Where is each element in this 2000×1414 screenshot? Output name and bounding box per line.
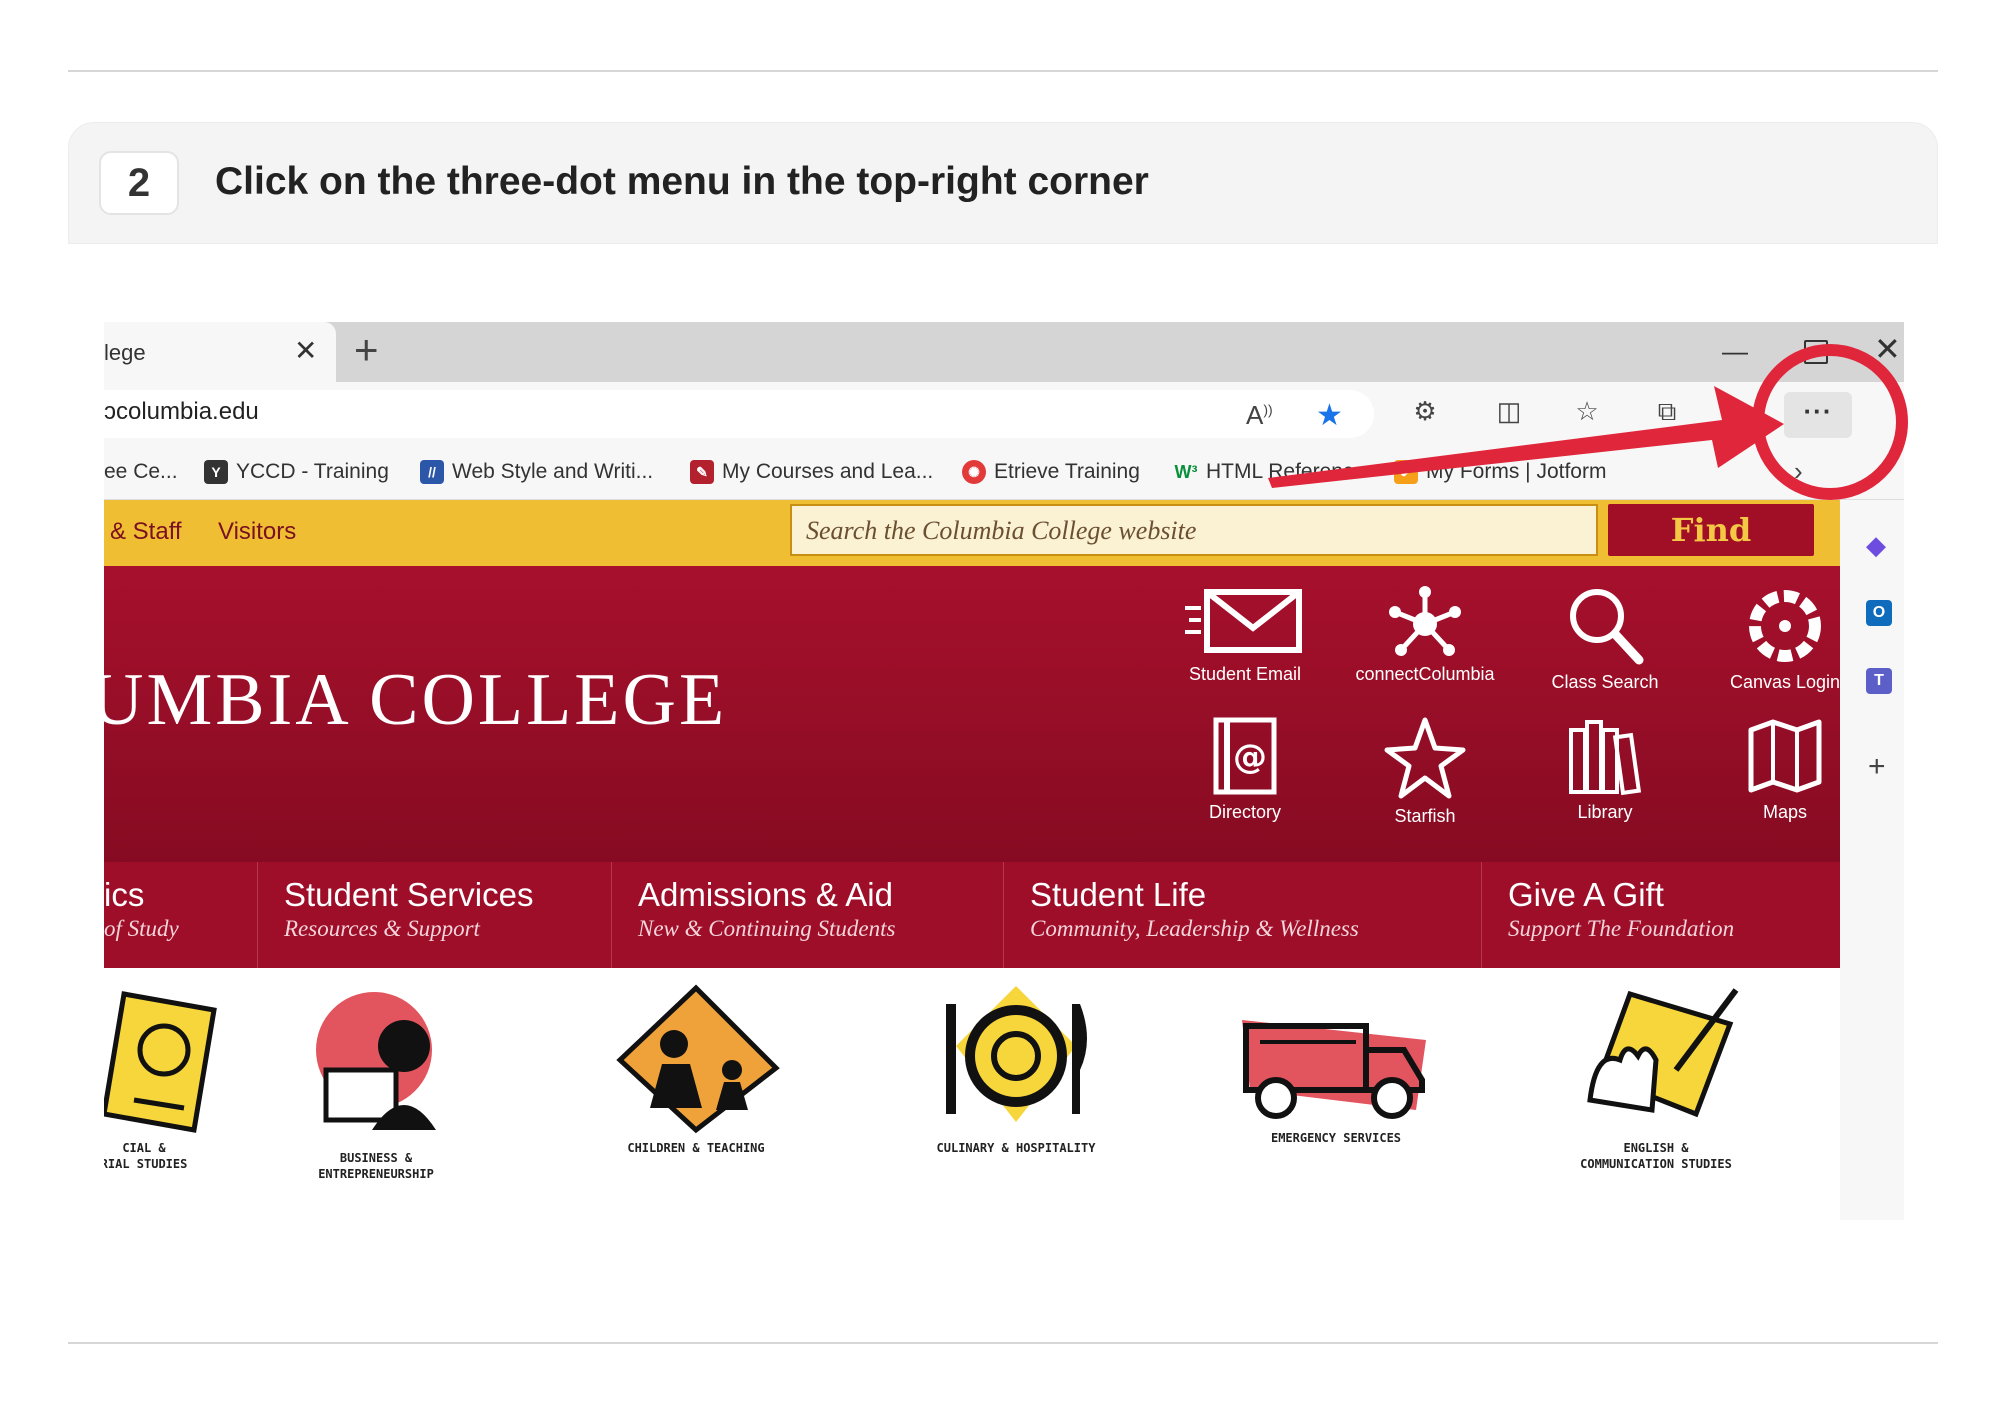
- browser-tab[interactable]: lege ✕: [104, 322, 336, 382]
- program-tile[interactable]: CULINARY & HOSPITALITY: [906, 980, 1126, 1156]
- quick-link-label: Class Search: [1551, 672, 1659, 692]
- browser-screenshot: lege ✕ + — ✕ ɔcolumbia.edu A)) ★ ⚙ ◫ ☆ ⧉…: [104, 322, 1904, 1220]
- nav-link-visitors[interactable]: Visitors: [218, 518, 296, 546]
- jotform-icon: ✐: [1394, 460, 1418, 484]
- collections-icon[interactable]: ⧉: [1652, 396, 1682, 426]
- program-tile[interactable]: EMERGENCY SERVICES: [1226, 980, 1446, 1146]
- bookmark-item[interactable]: ✎ My Courses and Lea...: [690, 460, 933, 484]
- read-aloud-icon[interactable]: A)): [1246, 400, 1273, 431]
- quick-link-student-email[interactable]: Student Email: [1170, 586, 1320, 685]
- fire-truck-icon: [1242, 1020, 1426, 1119]
- tab-title: lege: [104, 340, 146, 365]
- menu-item-give-a-gift[interactable]: Give A Gift Support The Foundation: [1482, 862, 1840, 968]
- quick-link-directory[interactable]: @ Directory: [1170, 716, 1320, 823]
- english-communication-icon: [1587, 988, 1739, 1118]
- svg-text:@: @: [1233, 737, 1267, 777]
- main-menu: ics of Study Student Services Resources …: [104, 862, 1840, 968]
- bookmark-item[interactable]: W³ HTML Reference: [1174, 460, 1366, 484]
- bookmark-item[interactable]: ee Ce...: [104, 460, 178, 484]
- minimize-icon[interactable]: —: [1722, 336, 1748, 367]
- site-search-input[interactable]: Search the Columbia College website: [790, 504, 1598, 556]
- website-content: & Staff Visitors Search the Columbia Col…: [104, 500, 1840, 1220]
- bottom-divider: [68, 1342, 1938, 1344]
- quick-link-class-search[interactable]: Class Search: [1530, 586, 1680, 693]
- menu-item-academics[interactable]: ics of Study: [104, 862, 258, 968]
- business-icon: [316, 992, 436, 1130]
- search-placeholder: Search the Columbia College website: [806, 516, 1197, 545]
- college-name: UMBIA COLLEGE: [104, 659, 728, 741]
- network-icon: [1389, 586, 1461, 656]
- quick-link-label: Maps: [1762, 802, 1807, 822]
- quick-link-label: Starfish: [1394, 806, 1456, 826]
- envelope-icon: [1185, 589, 1302, 653]
- address-bar[interactable]: ɔcolumbia.edu A)) ★: [104, 390, 1374, 438]
- quick-link-label: Canvas Login: [1729, 672, 1841, 692]
- menu-item-student-services[interactable]: Student Services Resources & Support: [258, 862, 612, 968]
- books-icon: [1569, 720, 1642, 796]
- bookmarks-bar: ee Ce... Y YCCD - Training // Web Style …: [104, 446, 1904, 500]
- bookmarks-overflow-icon[interactable]: ›: [1794, 456, 1803, 487]
- teams-sidebar-icon[interactable]: T: [1866, 668, 1892, 694]
- bookmark-item[interactable]: ✺ Etrieve Training: [962, 460, 1140, 484]
- bookmark-item[interactable]: ✐ My Forms | Jotform: [1394, 460, 1606, 484]
- w3-icon: W³: [1174, 462, 1198, 482]
- step-instruction: Click on the three-dot menu in the top-r…: [215, 160, 1149, 203]
- copilot-sidebar-icon[interactable]: ◆: [1866, 530, 1886, 561]
- favorites-icon[interactable]: ☆: [1572, 396, 1602, 426]
- add-sidebar-icon[interactable]: +: [1868, 750, 1886, 784]
- program-tile[interactable]: CHILDREN & TEACHING: [586, 980, 806, 1156]
- address-book-icon: @: [1213, 717, 1277, 795]
- yccd-logo-icon: Y: [204, 460, 228, 484]
- quick-link-label: Directory: [1208, 802, 1281, 822]
- find-button[interactable]: Find: [1608, 504, 1814, 556]
- quick-link-canvas-login[interactable]: Canvas Login: [1710, 586, 1860, 693]
- favorite-star-icon[interactable]: ★: [1316, 398, 1343, 433]
- program-tile[interactable]: BUSINESS & ENTREPRENEURSHIP: [266, 980, 486, 1182]
- quick-link-maps[interactable]: Maps: [1710, 716, 1860, 823]
- quick-link-label: Library: [1577, 802, 1633, 822]
- map-icon: [1748, 719, 1822, 793]
- canvas-icon: [1749, 590, 1821, 662]
- program-grid: CIAL & RIAL STUDIES BUSINESS & ENTREPREN…: [104, 968, 1840, 1220]
- edge-sidebar: ◆ O T +: [1840, 500, 1904, 1220]
- nav-link-staff[interactable]: & Staff: [110, 518, 182, 546]
- hero-banner: UMBIA COLLEGE Student Email connectColum…: [104, 566, 1840, 862]
- quick-link-label: connectColumbia: [1355, 664, 1495, 684]
- bookmark-item[interactable]: Y YCCD - Training: [204, 460, 389, 484]
- social-studies-icon: [104, 991, 217, 1133]
- culinary-icon: [946, 986, 1087, 1122]
- quick-link-library[interactable]: Library: [1530, 716, 1680, 823]
- quick-link-connectcolumbia[interactable]: connectColumbia: [1350, 586, 1500, 685]
- utility-bar: & Staff Visitors Search the Columbia Col…: [104, 500, 1840, 566]
- address-bar-row: ɔcolumbia.edu A)) ★ ⚙ ◫ ☆ ⧉ ···: [104, 382, 1904, 446]
- top-divider: [68, 70, 1938, 72]
- step-card: 2 Click on the three-dot menu in the top…: [68, 122, 1938, 244]
- menu-item-admissions[interactable]: Admissions & Aid New & Continuing Studen…: [612, 862, 1004, 968]
- outlook-sidebar-icon[interactable]: O: [1866, 600, 1892, 626]
- quick-link-starfish[interactable]: Starfish: [1350, 716, 1500, 827]
- maximize-icon[interactable]: [1804, 340, 1828, 364]
- split-screen-icon[interactable]: ◫: [1494, 396, 1524, 426]
- close-tab-icon[interactable]: ✕: [294, 334, 317, 367]
- program-tile[interactable]: ENGLISH & COMMUNICATION STUDIES: [1546, 980, 1766, 1172]
- courses-icon: ✎: [690, 460, 714, 484]
- new-tab-icon[interactable]: +: [354, 326, 379, 374]
- three-dot-menu-button[interactable]: ···: [1784, 392, 1852, 438]
- program-tile[interactable]: CIAL & RIAL STUDIES: [104, 980, 254, 1172]
- etrieve-icon: ✺: [962, 460, 986, 484]
- web-style-icon: //: [420, 460, 444, 484]
- tab-bar: lege ✕ + — ✕: [104, 322, 1904, 382]
- quick-link-label: Student Email: [1188, 664, 1302, 684]
- menu-item-student-life[interactable]: Student Life Community, Leadership & Wel…: [1004, 862, 1482, 968]
- starfish-icon: [1384, 717, 1466, 799]
- children-teaching-icon: [616, 984, 780, 1134]
- bookmark-item[interactable]: // Web Style and Writi...: [420, 460, 653, 484]
- window-close-icon[interactable]: ✕: [1874, 330, 1901, 368]
- magnifier-icon: [1570, 589, 1644, 665]
- extensions-icon[interactable]: ⚙: [1410, 396, 1440, 426]
- step-number: 2: [99, 151, 179, 215]
- url-text: ɔcolumbia.edu: [104, 398, 259, 425]
